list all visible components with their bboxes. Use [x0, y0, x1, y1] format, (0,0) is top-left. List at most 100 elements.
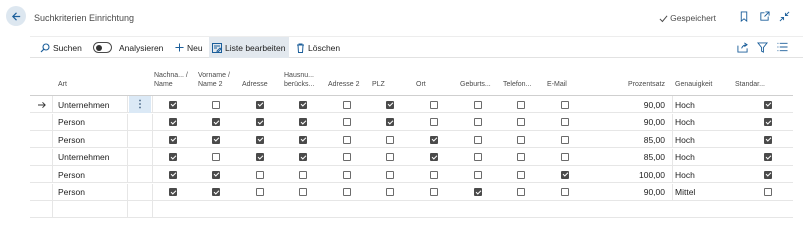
checkbox-geburt[interactable]	[474, 153, 482, 161]
cell-email[interactable]	[561, 149, 569, 166]
cell-hausnr[interactable]	[299, 131, 307, 148]
cell-ort[interactable]	[430, 149, 438, 166]
checkbox-vorname[interactable]	[212, 135, 220, 144]
cell-adresse[interactable]	[256, 96, 264, 113]
checkbox-hausnr[interactable]	[299, 170, 307, 179]
cell-geburt[interactable]	[474, 131, 482, 148]
checkbox-adresse2[interactable]	[343, 153, 351, 161]
checkbox-adresse2[interactable]	[343, 188, 351, 196]
cell-vorname[interactable]	[212, 114, 220, 131]
checkbox-plz[interactable]	[386, 170, 394, 179]
cell-nachname[interactable]	[169, 96, 177, 113]
checkbox-standard[interactable]	[764, 118, 772, 126]
checkbox-nachname[interactable]	[169, 153, 177, 161]
cell-vorname[interactable]	[212, 131, 220, 148]
cell-prozentsatz[interactable]: 85,00	[590, 149, 665, 166]
table-row[interactable]: Person 85,00 Hoch	[30, 131, 793, 148]
checkbox-plz[interactable]	[386, 188, 394, 196]
column-header-adresse[interactable]: Adresse	[242, 64, 282, 94]
column-header-art[interactable]: Art	[58, 64, 128, 94]
cell-hausnr[interactable]	[299, 184, 307, 201]
checkbox-adresse[interactable]	[256, 118, 264, 126]
cell-plz[interactable]	[386, 96, 394, 113]
cell-email[interactable]	[561, 131, 569, 148]
cell-ort[interactable]	[430, 96, 438, 113]
cell-geburt[interactable]	[474, 96, 482, 113]
checkbox-hausnr[interactable]	[299, 188, 307, 196]
cell-telefon[interactable]	[517, 166, 525, 183]
cell-genauigkeit[interactable]: Mittel	[675, 184, 695, 201]
cell-standard[interactable]	[764, 96, 772, 113]
analyze-switch[interactable]	[93, 42, 112, 53]
checkbox-standard[interactable]	[764, 188, 772, 196]
cell-adresse[interactable]	[256, 184, 264, 201]
checkbox-nachname[interactable]	[169, 118, 177, 126]
bookmark-icon[interactable]	[738, 10, 750, 22]
checkbox-telefon[interactable]	[517, 170, 525, 179]
cell-adresse2[interactable]	[343, 131, 351, 148]
cell-email[interactable]	[561, 184, 569, 201]
checkbox-email[interactable]	[561, 135, 569, 144]
cell-vorname[interactable]	[212, 184, 220, 201]
checkbox-adresse2[interactable]	[343, 118, 351, 126]
cell-adresse2[interactable]	[343, 149, 351, 166]
checkbox-geburt[interactable]	[474, 100, 482, 109]
checkbox-adresse2[interactable]	[343, 100, 351, 109]
checkbox-telefon[interactable]	[517, 135, 525, 144]
checkbox-ort[interactable]	[430, 153, 438, 161]
cell-adresse[interactable]	[256, 131, 264, 148]
checkbox-adresse[interactable]	[256, 188, 264, 196]
cell-plz[interactable]	[386, 184, 394, 201]
cell-hausnr[interactable]	[299, 96, 307, 113]
column-header-nachname[interactable]: Nachna... / Name	[154, 64, 196, 94]
checkbox-telefon[interactable]	[517, 100, 525, 109]
cell-adresse[interactable]	[256, 114, 264, 131]
cell-standard[interactable]	[764, 166, 772, 183]
cell-prozentsatz[interactable]: 85,00	[590, 131, 665, 148]
cell-telefon[interactable]	[517, 114, 525, 131]
checkbox-hausnr[interactable]	[299, 135, 307, 144]
checkbox-email[interactable]	[561, 153, 569, 161]
analyze-toggle[interactable]: Analysieren	[93, 37, 163, 58]
checkbox-hausnr[interactable]	[299, 100, 307, 109]
table-row[interactable]: Person 90,00 Hoch	[30, 113, 793, 131]
checkbox-geburt[interactable]	[474, 135, 482, 144]
checkbox-nachname[interactable]	[169, 170, 177, 179]
checkbox-standard[interactable]	[764, 135, 772, 144]
column-header-plz[interactable]: PLZ	[372, 64, 414, 94]
checkbox-plz[interactable]	[386, 135, 394, 144]
column-header-standard[interactable]: Standar...	[735, 64, 785, 94]
cell-ort[interactable]	[430, 131, 438, 148]
checkbox-vorname[interactable]	[212, 170, 220, 179]
checkbox-vorname[interactable]	[212, 118, 220, 126]
checkbox-vorname[interactable]	[212, 153, 220, 161]
checkbox-ort[interactable]	[430, 100, 438, 109]
cell-standard[interactable]	[764, 149, 772, 166]
checkbox-adresse[interactable]	[256, 135, 264, 144]
cell-geburt[interactable]	[474, 149, 482, 166]
share-icon[interactable]	[736, 41, 748, 53]
cell-genauigkeit[interactable]: Hoch	[675, 96, 695, 113]
cell-nachname[interactable]	[169, 184, 177, 201]
checkbox-adresse[interactable]	[256, 170, 264, 179]
table-row[interactable]: Unternehmen 85,00 Hoch	[30, 148, 793, 166]
cell-telefon[interactable]	[517, 96, 525, 113]
cell-hausnr[interactable]	[299, 166, 307, 183]
cell-adresse2[interactable]	[343, 184, 351, 201]
column-header-geburt[interactable]: Geburts...	[460, 64, 502, 94]
cell-nachname[interactable]	[169, 149, 177, 166]
cell-plz[interactable]	[386, 166, 394, 183]
checkbox-telefon[interactable]	[517, 118, 525, 126]
checkbox-adresse2[interactable]	[343, 135, 351, 144]
checkbox-email[interactable]	[561, 170, 569, 179]
cell-plz[interactable]	[386, 149, 394, 166]
table-row[interactable]: ⋮ Unternehmen 90,00 Hoch	[30, 96, 793, 113]
checkbox-email[interactable]	[561, 100, 569, 109]
cell-vorname[interactable]	[212, 96, 220, 113]
cell-prozentsatz[interactable]: 90,00	[590, 114, 665, 131]
cell-vorname[interactable]	[212, 149, 220, 166]
cell-genauigkeit[interactable]: Hoch	[675, 166, 695, 183]
column-header-genauigkeit[interactable]: Genauigkeit	[675, 64, 731, 94]
cell-nachname[interactable]	[169, 114, 177, 131]
checkbox-standard[interactable]	[764, 100, 772, 109]
